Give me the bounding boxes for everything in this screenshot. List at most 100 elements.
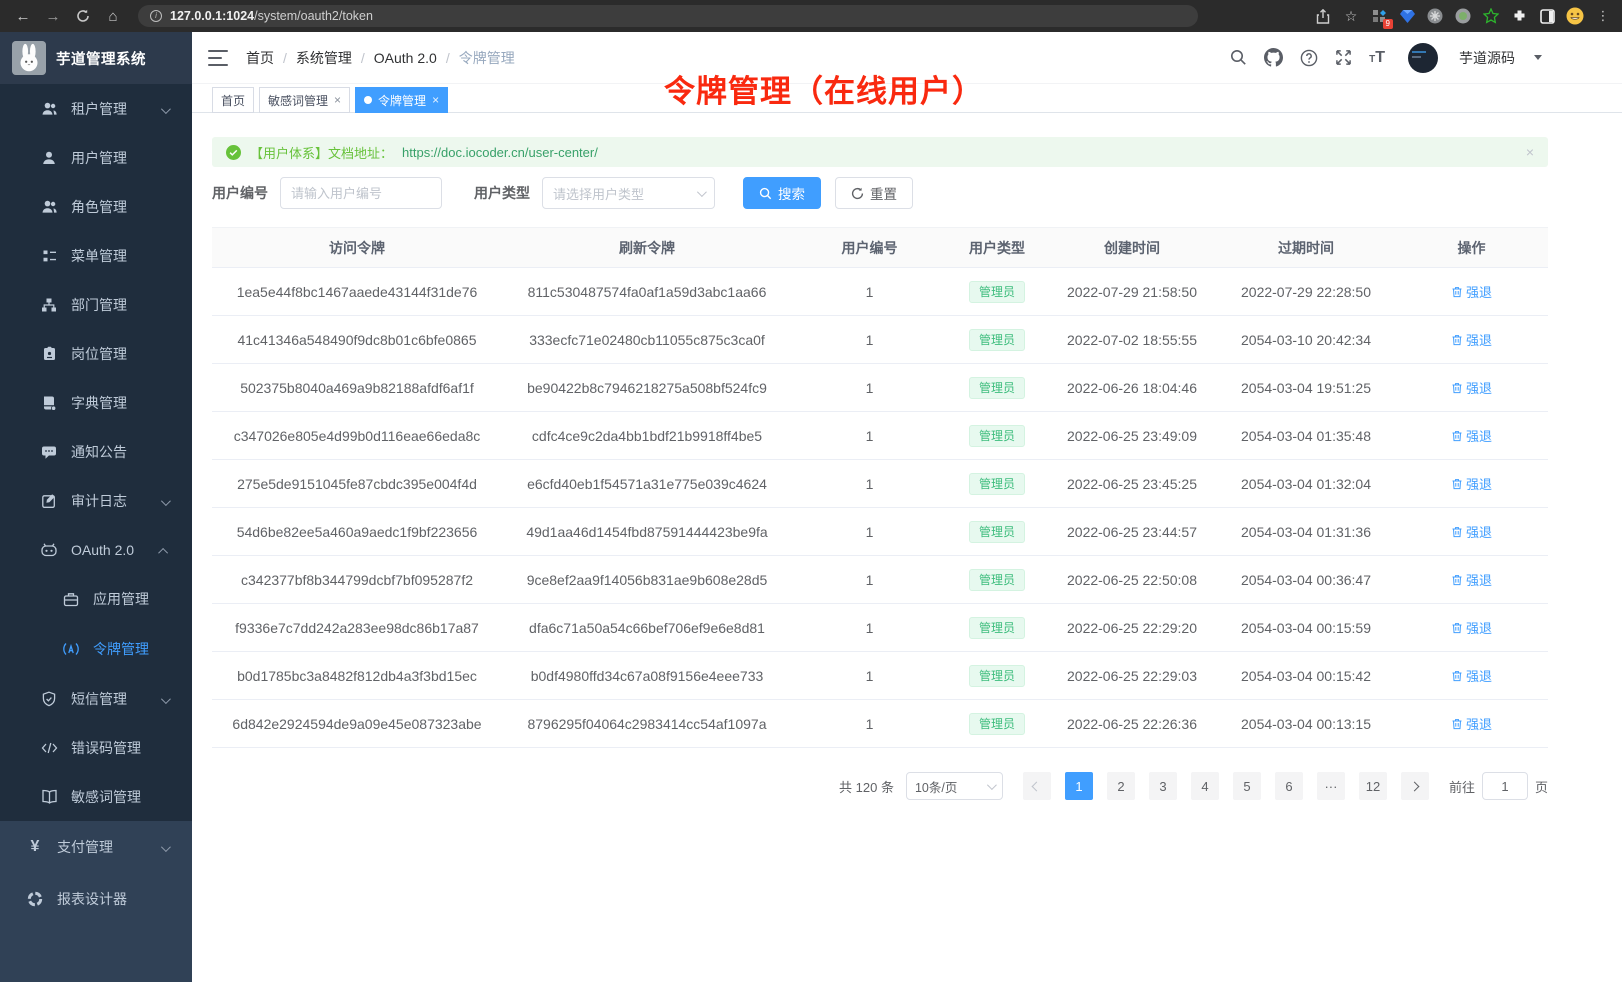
gem-extension-icon[interactable] xyxy=(1398,7,1416,25)
page-button-6[interactable]: 6 xyxy=(1275,772,1303,800)
help-icon[interactable] xyxy=(1300,49,1318,67)
sidebar-item-payment[interactable]: ¥ 支付管理 xyxy=(0,821,192,873)
sidebar-item-post[interactable]: 岗位管理 xyxy=(0,329,192,378)
col-user-type: 用户类型 xyxy=(947,228,1047,268)
username[interactable]: 芋道源码 xyxy=(1459,48,1515,68)
table-row: c347026e805e4d99b0d116eae66eda8c cdfc4ce… xyxy=(212,412,1548,460)
page-button-12[interactable]: 12 xyxy=(1359,772,1387,800)
page-button-4[interactable]: 4 xyxy=(1191,772,1219,800)
sidebar-item-oauth-app[interactable]: 应用管理 xyxy=(0,574,192,624)
sidebar-item-oauth-token[interactable]: 令牌管理 xyxy=(0,624,192,674)
tab-home[interactable]: 首页 xyxy=(212,87,254,113)
edit-note-icon xyxy=(40,492,58,510)
browser-back-button[interactable]: ← xyxy=(10,4,36,28)
tab-sensitive-words[interactable]: 敏感词管理 × xyxy=(259,87,350,113)
sidebar-item-user[interactable]: 用户管理 xyxy=(0,133,192,182)
user-menu-caret-icon[interactable] xyxy=(1534,55,1542,60)
browser-forward-button[interactable]: → xyxy=(40,4,66,28)
sidebar-item-sms[interactable]: 短信管理 xyxy=(0,674,192,723)
roles-icon xyxy=(40,198,58,216)
close-icon[interactable]: × xyxy=(334,93,341,107)
tab-token-management[interactable]: 令牌管理 × xyxy=(355,87,448,113)
force-logout-button[interactable]: 强退 xyxy=(1451,570,1492,589)
sidebar-item-dict[interactable]: 字典管理 xyxy=(0,378,192,427)
page-ellipsis-button[interactable]: ··· xyxy=(1317,772,1345,800)
reset-button[interactable]: 重置 xyxy=(835,177,913,209)
page-button-1[interactable]: 1 xyxy=(1065,772,1093,800)
total-count: 共 120 条 xyxy=(839,777,894,796)
table-row: b0d1785bc3a8482f812db4a3f3bd15ec b0df498… xyxy=(212,652,1548,700)
table-row: 502375b8040a469a9b82188afdf6af1f be90422… xyxy=(212,364,1548,412)
search-icon[interactable] xyxy=(1230,49,1247,66)
force-logout-button[interactable]: 强退 xyxy=(1451,666,1492,685)
extension-badge: 9 xyxy=(1383,19,1393,29)
user-type-badge: 管理员 xyxy=(969,569,1025,591)
force-logout-button[interactable]: 强退 xyxy=(1451,522,1492,541)
font-size-icon[interactable]: TT xyxy=(1369,49,1385,67)
sidebar-item-dept[interactable]: 部门管理 xyxy=(0,280,192,329)
side-panel-icon[interactable] xyxy=(1538,7,1556,25)
address-bar[interactable]: i 127.0.0.1:1024/system/oauth2/token xyxy=(138,5,1198,27)
fullscreen-icon[interactable] xyxy=(1335,49,1352,66)
breadcrumb-oauth[interactable]: OAuth 2.0 xyxy=(374,50,437,66)
doc-link[interactable]: https://doc.iocoder.cn/user-center/ xyxy=(402,145,598,160)
force-logout-button[interactable]: 强退 xyxy=(1451,474,1492,493)
browser-menu-icon[interactable]: ⋮ xyxy=(1594,7,1612,25)
search-form: 用户编号 用户类型 请选择用户类型 搜索 重置 xyxy=(212,177,1548,209)
page-size-select[interactable]: 10条/页 xyxy=(906,772,1003,800)
force-logout-button[interactable]: 强退 xyxy=(1451,378,1492,397)
search-button[interactable]: 搜索 xyxy=(743,177,821,209)
sidebar-collapse-icon[interactable] xyxy=(208,50,228,66)
user-type-label: 用户类型 xyxy=(474,183,530,203)
puzzle-extension-icon[interactable] xyxy=(1510,7,1528,25)
force-logout-button[interactable]: 强退 xyxy=(1451,714,1492,733)
next-page-button[interactable] xyxy=(1401,772,1429,800)
sidebar-item-tenant[interactable]: 租户管理 xyxy=(0,84,192,133)
page-button-2[interactable]: 2 xyxy=(1107,772,1135,800)
green-star-extension-icon[interactable] xyxy=(1482,7,1500,25)
profile-emoji-icon[interactable] xyxy=(1566,7,1584,25)
force-logout-button[interactable]: 强退 xyxy=(1451,330,1492,349)
goto-label: 前往 xyxy=(1449,777,1475,796)
force-logout-button[interactable]: 强退 xyxy=(1451,618,1492,637)
close-icon[interactable]: × xyxy=(432,93,439,107)
extension-tabs-icon[interactable]: 9 xyxy=(1370,7,1388,25)
app-logo[interactable]: 芋道管理系统 xyxy=(0,32,192,84)
browser-reload-button[interactable] xyxy=(70,4,96,28)
table-row: 41c41346a548490f9dc8b01c6bfe0865 333ecfc… xyxy=(212,316,1548,364)
page-button-5[interactable]: 5 xyxy=(1233,772,1261,800)
sidebar-item-role[interactable]: 角色管理 xyxy=(0,182,192,231)
sidebar-item-oauth2[interactable]: OAuth 2.0 xyxy=(0,525,192,574)
sidebar-item-menu[interactable]: 菜单管理 xyxy=(0,231,192,280)
force-logout-button[interactable]: 强退 xyxy=(1451,426,1492,445)
prev-page-button[interactable] xyxy=(1023,772,1051,800)
site-info-icon[interactable]: i xyxy=(150,10,162,22)
user-avatar[interactable] xyxy=(1408,43,1438,73)
table-row: 54d6be82ee5a460a9aedc1f9bf223656 49d1aa4… xyxy=(212,508,1548,556)
bookmark-star-icon[interactable]: ☆ xyxy=(1342,7,1360,25)
user-id-input[interactable] xyxy=(280,177,442,209)
gray-circle-extension-icon[interactable] xyxy=(1426,7,1444,25)
table-row: f9336e7c7dd242a283ee98dc86b17a87 dfa6c71… xyxy=(212,604,1548,652)
force-logout-button[interactable]: 强退 xyxy=(1451,282,1492,301)
breadcrumb-home[interactable]: 首页 xyxy=(246,48,274,68)
sidebar-item-notice[interactable]: 通知公告 xyxy=(0,427,192,476)
chevron-down-icon xyxy=(987,780,997,790)
sidebar-item-report-designer[interactable]: 报表设计器 xyxy=(0,873,192,925)
user-type-select[interactable]: 请选择用户类型 xyxy=(542,177,715,209)
sidebar-item-errorcode[interactable]: 错误码管理 xyxy=(0,723,192,772)
record-extension-icon[interactable] xyxy=(1454,7,1472,25)
sidebar-item-sensitive-words[interactable]: 敏感词管理 xyxy=(0,772,192,821)
page-button-3[interactable]: 3 xyxy=(1149,772,1177,800)
segmented-ring-icon xyxy=(26,890,44,908)
col-expires-at: 过期时间 xyxy=(1217,228,1395,268)
sidebar-item-audit-log[interactable]: 审计日志 xyxy=(0,476,192,525)
breadcrumb-system[interactable]: 系统管理 xyxy=(296,48,352,68)
github-icon[interactable] xyxy=(1264,48,1283,67)
goto-page-input[interactable] xyxy=(1482,772,1528,800)
browser-home-button[interactable]: ⌂ xyxy=(100,4,126,28)
sidebar: 芋道管理系统 租户管理 用户管理 角色管理 菜单管 xyxy=(0,32,192,982)
share-icon[interactable] xyxy=(1314,7,1332,25)
alert-close-icon[interactable]: × xyxy=(1526,144,1534,160)
table-row: 6d842e2924594de9a09e45e087323abe 8796295… xyxy=(212,700,1548,748)
